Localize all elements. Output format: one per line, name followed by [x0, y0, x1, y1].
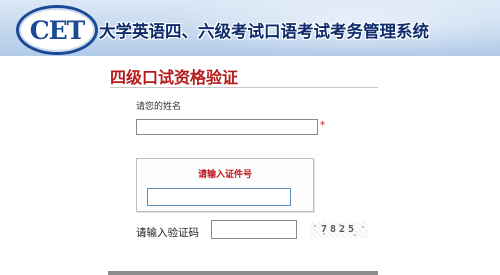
logo-text: CET: [29, 15, 86, 45]
name-label: 请您的姓名: [136, 102, 182, 112]
bottom-divider: [108, 271, 378, 275]
header-banner: CET 大学英语四、六级考试口语考试考务管理系统: [0, 0, 500, 56]
captcha-label: 请输入验证码: [136, 227, 199, 239]
page-title: 四级口试资格验证: [110, 68, 239, 87]
captcha-input[interactable]: [211, 220, 297, 239]
captcha-noise-dot: [339, 224, 341, 226]
id-number-label: 请输入证件号: [197, 170, 252, 180]
captcha-image[interactable]: 7825: [310, 221, 368, 238]
id-number-input[interactable]: [147, 188, 291, 206]
system-title: 大学英语四、六级考试口语考试考务管理系统: [99, 22, 429, 41]
cet-logo: CET: [16, 5, 98, 55]
name-input[interactable]: [136, 119, 318, 135]
captcha-noise-dot: [362, 226, 364, 228]
required-marker: *: [320, 120, 325, 131]
captcha-noise-dot: [323, 233, 325, 235]
title-divider: [110, 87, 378, 88]
captcha-noise-dot: [314, 225, 316, 227]
captcha-noise-dot: [354, 234, 356, 236]
id-number-panel: 请输入证件号: [136, 158, 314, 212]
